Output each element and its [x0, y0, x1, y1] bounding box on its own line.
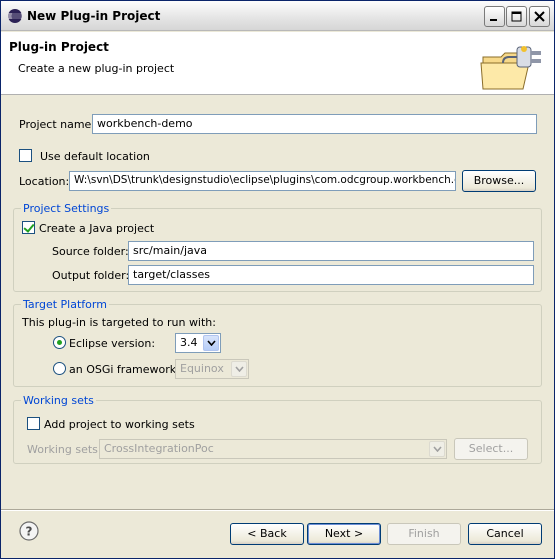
wizard-header: Plug-in Project Create a new plug-in pro… [1, 32, 554, 95]
eclipse-version-select[interactable]: 3.4 [175, 333, 221, 353]
output-folder-label: Output folder: [52, 269, 130, 282]
finish-button[interactable]: Finish [387, 523, 461, 545]
svg-text:?: ? [26, 525, 33, 539]
cancel-button[interactable]: Cancel [468, 523, 542, 545]
source-folder-input[interactable]: src/main/java [128, 241, 534, 261]
eclipse-version-radio[interactable] [53, 336, 66, 349]
output-folder-input[interactable]: target/classes [128, 265, 534, 285]
use-default-location-checkbox[interactable] [19, 149, 32, 162]
select-working-sets-button[interactable]: Select... [454, 438, 528, 460]
help-icon[interactable]: ? [19, 521, 39, 541]
title-bar[interactable]: New Plug-in Project [1, 1, 554, 31]
next-button[interactable]: Next > [307, 523, 381, 545]
osgi-framework-value: Equinox [180, 362, 224, 375]
close-window-button[interactable] [529, 6, 550, 27]
add-to-working-sets-checkbox[interactable] [27, 417, 40, 430]
eclipse-app-icon [8, 9, 22, 23]
source-folder-label: Source folder: [52, 245, 129, 258]
location-label: Location: [19, 175, 70, 188]
browse-button[interactable]: Browse... [462, 170, 536, 192]
project-settings-title: Project Settings [21, 202, 112, 215]
close-icon [534, 11, 545, 22]
working-sets-value: CrossIntegrationPoc [104, 442, 214, 455]
minimize-icon [490, 19, 497, 21]
wizard-window: New Plug-in Project Plug-in Project Crea… [0, 0, 555, 559]
working-sets-select[interactable]: CrossIntegrationPoc [99, 439, 447, 459]
maximize-button[interactable] [506, 6, 527, 27]
footer-separator [1, 509, 554, 511]
osgi-framework-radio[interactable] [53, 362, 66, 375]
location-input[interactable]: W:\svn\DS\trunk\designstudio\eclipse\plu… [69, 171, 456, 191]
working-sets-label: Working sets: [27, 443, 102, 456]
eclipse-version-label[interactable]: Eclipse version: [69, 337, 155, 350]
chevron-down-icon [231, 361, 247, 377]
use-default-location-label[interactable]: Use default location [40, 150, 150, 163]
create-java-project-label[interactable]: Create a Java project [39, 222, 154, 235]
target-platform-intro: This plug-in is targeted to run with: [22, 316, 216, 329]
maximize-icon [511, 11, 522, 22]
chevron-down-icon [203, 335, 219, 351]
project-name-label: Project name: [19, 118, 96, 131]
osgi-framework-select[interactable]: Equinox [175, 359, 249, 379]
back-button[interactable]: < Back [230, 523, 304, 545]
chevron-down-icon [429, 441, 445, 457]
page-title: Plug-in Project [9, 40, 109, 54]
eclipse-version-value: 3.4 [180, 336, 198, 349]
window-title: New Plug-in Project [27, 9, 161, 23]
plugin-folder-icon [480, 46, 541, 90]
project-name-input[interactable]: workbench-demo [92, 114, 537, 134]
working-sets-title: Working sets [21, 394, 96, 407]
add-to-working-sets-label[interactable]: Add project to working sets [44, 418, 195, 431]
create-java-project-checkbox[interactable] [22, 221, 35, 234]
osgi-framework-label[interactable]: an OSGi framework: [69, 363, 180, 376]
minimize-button[interactable] [484, 6, 505, 27]
target-platform-title: Target Platform [21, 298, 109, 311]
page-description: Create a new plug-in project [18, 62, 175, 75]
